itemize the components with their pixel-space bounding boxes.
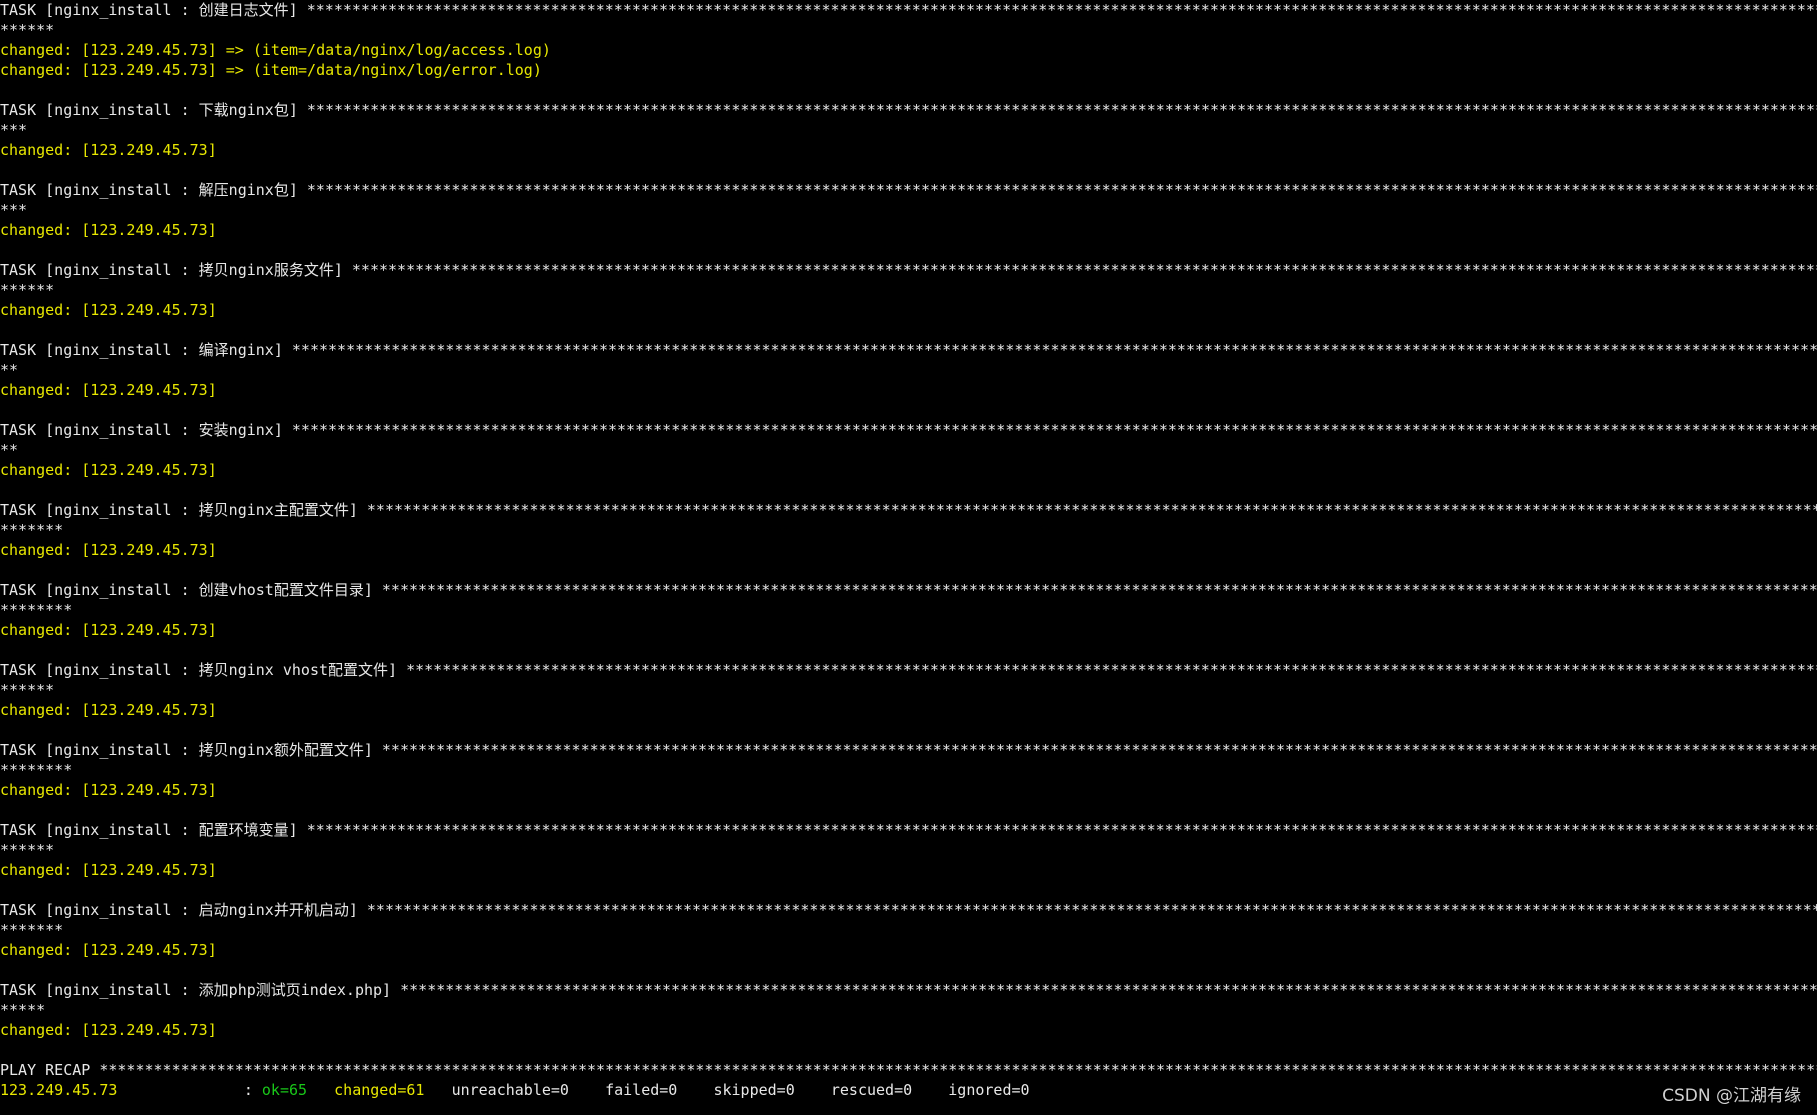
task-stars-continuation: ******	[0, 841, 55, 859]
task-result: changed: [123.249.45.73]	[0, 861, 217, 879]
recap-gap	[795, 1081, 831, 1099]
task-stars-continuation: **	[0, 361, 19, 379]
task-stars: ****************************************…	[306, 101, 1817, 119]
task-stars: ****************************************…	[291, 421, 1817, 439]
task-header: TASK [nginx_install : 拷贝nginx额外配置文件] ***…	[0, 740, 1817, 760]
task-title: TASK [nginx_install : 启动nginx并开机启动]	[0, 901, 367, 919]
task-stars: ****************************************…	[306, 181, 1817, 199]
task-header: TASK [nginx_install : 解压nginx包] ********…	[0, 180, 1817, 200]
task-result: changed: [123.249.45.73]	[0, 541, 217, 559]
task-title: TASK [nginx_install : 创建vhost配置文件目录]	[0, 581, 382, 599]
task-title: TASK [nginx_install : 创建日志文件]	[0, 1, 307, 19]
recap-ignored: ignored=0	[948, 1081, 1030, 1099]
task-result: changed: [123.249.45.73]	[0, 141, 217, 159]
task-title: TASK [nginx_install : 解压nginx包]	[0, 181, 307, 199]
recap-rescued: rescued=0	[830, 1081, 913, 1099]
task-stars-continuation: **	[0, 441, 19, 459]
task-header: TASK [nginx_install : 编译nginx] *********…	[0, 340, 1817, 360]
task-header: TASK [nginx_install : 安装nginx] *********…	[0, 420, 1817, 440]
task-stars-continuation: ***	[0, 201, 28, 219]
play-recap-title: PLAY RECAP	[0, 1061, 100, 1079]
task-result: changed: [123.249.45.73]	[0, 781, 217, 799]
recap-ok: ok=65	[261, 1081, 308, 1099]
recap-gap	[569, 1081, 605, 1099]
task-header: TASK [nginx_install : 拷贝nginx vhost配置文件]…	[0, 660, 1817, 680]
task-header: TASK [nginx_install : 拷贝nginx主配置文件] ****…	[0, 500, 1817, 520]
task-stars: ****************************************…	[406, 661, 1817, 679]
task-result: changed: [123.249.45.73]	[0, 461, 217, 479]
recap-gap	[307, 1081, 334, 1099]
task-result: changed: [123.249.45.73]	[0, 1021, 217, 1039]
recap-stars: ****************************************…	[99, 1061, 1817, 1079]
task-stars-continuation: ********	[0, 601, 73, 619]
task-result: changed: [123.249.45.73]	[0, 941, 217, 959]
task-title: TASK [nginx_install : 拷贝nginx主配置文件]	[0, 501, 367, 519]
recap-changed: changed=61	[334, 1081, 425, 1099]
task-header: TASK [nginx_install : 配置环境变量] **********…	[0, 820, 1817, 840]
task-title: TASK [nginx_install : 配置环境变量]	[0, 821, 307, 839]
task-stars: ****************************************…	[400, 981, 1817, 999]
recap-gap	[912, 1081, 948, 1099]
task-header: TASK [nginx_install : 启动nginx并开机启动] ****…	[0, 900, 1817, 920]
task-stars: ****************************************…	[306, 1, 1817, 19]
task-result: changed: [123.249.45.73]	[0, 301, 217, 319]
task-stars-continuation: ********	[0, 761, 73, 779]
task-stars: ****************************************…	[306, 821, 1817, 839]
task-title: TASK [nginx_install : 添加php测试页index.php]	[0, 981, 401, 999]
task-stars-continuation: ******	[0, 281, 55, 299]
terminal-output[interactable]: TASK [nginx_install : 创建日志文件] **********…	[0, 0, 1817, 1115]
recap-host: 123.249.45.73	[0, 1081, 118, 1099]
task-title: TASK [nginx_install : 拷贝nginx vhost配置文件]	[0, 661, 407, 679]
task-stars-continuation: *******	[0, 521, 64, 539]
task-stars-continuation: *****	[0, 1001, 46, 1019]
task-stars: ****************************************…	[366, 901, 1817, 919]
recap-skipped: skipped=0	[713, 1081, 795, 1099]
task-stars-continuation: ******	[0, 21, 55, 39]
task-header: TASK [nginx_install : 添加php测试页index.php]…	[0, 980, 1817, 1000]
watermark: CSDN @江湖有缘	[1662, 1086, 1801, 1106]
task-result: changed: [123.249.45.73]	[0, 381, 217, 399]
task-stars: ****************************************…	[381, 741, 1817, 759]
task-stars: ****************************************…	[351, 261, 1817, 279]
task-stars-continuation: *******	[0, 921, 64, 939]
task-header: TASK [nginx_install : 拷贝nginx服务文件] *****…	[0, 260, 1817, 280]
task-title: TASK [nginx_install : 编译nginx]	[0, 341, 292, 359]
task-title: TASK [nginx_install : 拷贝nginx额外配置文件]	[0, 741, 382, 759]
recap-unreachable: unreachable=0	[451, 1081, 569, 1099]
task-stars-continuation: ******	[0, 681, 55, 699]
task-header: TASK [nginx_install : 创建日志文件] **********…	[0, 0, 1817, 20]
task-stars: ****************************************…	[291, 341, 1817, 359]
recap-failed: failed=0	[605, 1081, 678, 1099]
task-stars: ****************************************…	[381, 581, 1817, 599]
task-title: TASK [nginx_install : 拷贝nginx服务文件]	[0, 261, 352, 279]
play-recap-line: 123.249.45.73 : ok=65 changed=61 unreach…	[0, 1080, 1030, 1100]
play-recap-header: PLAY RECAP *****************************…	[0, 1060, 1817, 1080]
task-result: changed: [123.249.45.73] => (item=/data/…	[0, 61, 542, 79]
recap-gap	[424, 1081, 451, 1099]
task-title: TASK [nginx_install : 下载nginx包]	[0, 101, 307, 119]
task-header: TASK [nginx_install : 创建vhost配置文件目录] ***…	[0, 580, 1817, 600]
task-result: changed: [123.249.45.73]	[0, 701, 217, 719]
task-result: changed: [123.249.45.73]	[0, 621, 217, 639]
recap-gap	[677, 1081, 713, 1099]
recap-sep: :	[117, 1081, 262, 1099]
task-result: changed: [123.249.45.73]	[0, 221, 217, 239]
task-header: TASK [nginx_install : 下载nginx包] ********…	[0, 100, 1817, 120]
task-result: changed: [123.249.45.73] => (item=/data/…	[0, 41, 551, 59]
task-stars-continuation: ***	[0, 121, 28, 139]
task-stars: ****************************************…	[366, 501, 1817, 519]
task-title: TASK [nginx_install : 安装nginx]	[0, 421, 292, 439]
